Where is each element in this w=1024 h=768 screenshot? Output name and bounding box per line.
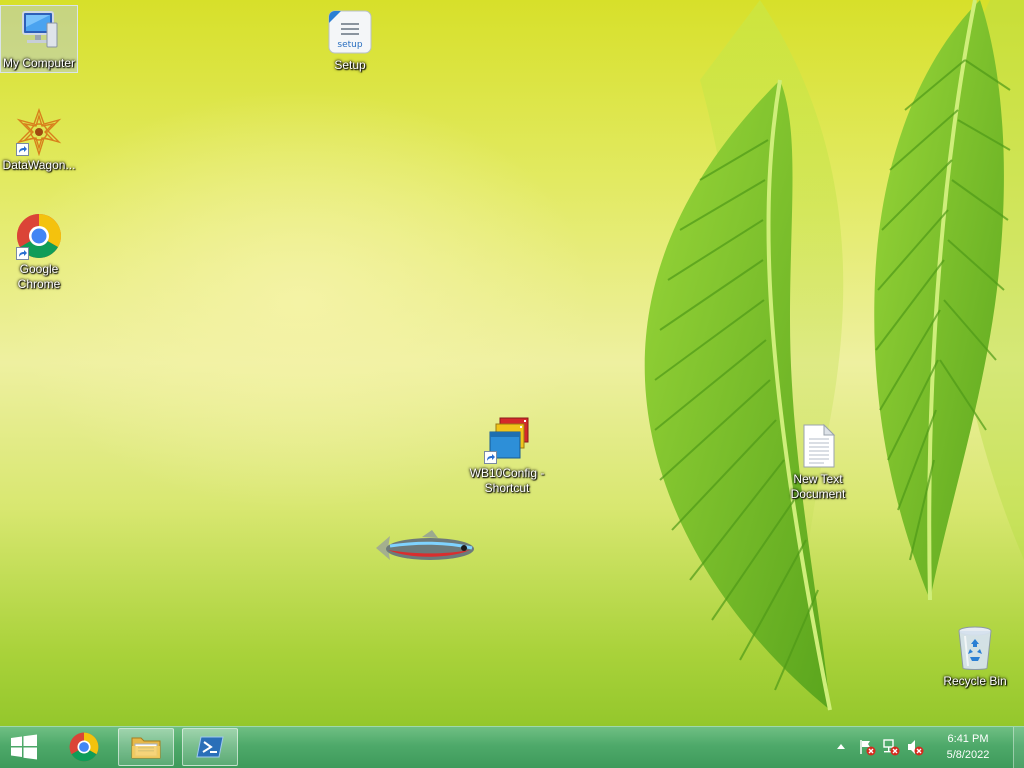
icon-label: WB10Config - Shortcut	[469, 466, 545, 495]
desktop[interactable]: My Computer setup Setup DataWagon... Goo…	[0, 0, 1024, 726]
speaker-muted-icon	[908, 740, 924, 756]
desktop-icon-new-text-document[interactable]: New Text Document	[779, 422, 857, 502]
desktop-icon-my-computer[interactable]: My Computer	[0, 5, 78, 73]
chrome-icon	[69, 732, 99, 762]
show-desktop-button[interactable]	[1013, 727, 1024, 768]
taskbar-powershell-button[interactable]	[182, 728, 238, 766]
taskbar-clock[interactable]: 6:41 PM 5/8/2022	[936, 731, 1000, 763]
desktop-icon-google-chrome[interactable]: Google Chrome	[0, 212, 78, 292]
clock-date: 5/8/2022	[946, 749, 990, 761]
taskbar: 6:41 PM 5/8/2022	[0, 726, 1024, 768]
shortcut-arrow-icon	[16, 143, 29, 156]
shortcut-arrow-icon	[16, 247, 29, 260]
chevron-up-icon	[837, 744, 845, 749]
desktop-icon-recycle-bin[interactable]: Recycle Bin	[936, 624, 1014, 689]
powershell-icon	[196, 736, 224, 758]
show-hidden-icons-button[interactable]	[832, 738, 850, 756]
icon-label: DataWagon...	[2, 158, 76, 172]
flag-error-icon	[860, 740, 876, 756]
windows-logo-icon	[11, 734, 37, 760]
taskbar-chrome-button[interactable]	[58, 728, 110, 766]
setup-icon-text: setup	[337, 40, 362, 50]
network-icon[interactable]	[882, 738, 900, 756]
computer-icon	[22, 11, 58, 48]
icon-label: Recycle Bin	[943, 674, 1007, 688]
wallpaper-leaves	[644, 0, 1024, 711]
start-button[interactable]	[4, 728, 44, 766]
desktop-icon-datawagon[interactable]: DataWagon...	[0, 108, 78, 173]
volume-icon[interactable]	[906, 738, 924, 756]
action-center-icon[interactable]	[858, 738, 876, 756]
icon-label: Setup	[334, 58, 366, 72]
fish-decoration	[376, 530, 474, 560]
network-error-icon	[883, 739, 900, 756]
icon-label: Google Chrome	[17, 262, 61, 291]
clock-time: 6:41 PM	[947, 733, 989, 745]
text-document-icon	[803, 423, 836, 468]
folder-icon	[131, 737, 161, 759]
system-tray: 6:41 PM 5/8/2022	[832, 727, 1012, 768]
taskbar-file-explorer-button[interactable]	[118, 728, 174, 766]
recycle-bin-icon	[958, 626, 992, 670]
desktop-icon-wb10config[interactable]: WB10Config - Shortcut	[467, 416, 547, 496]
icon-label: My Computer	[2, 56, 76, 70]
setup-icon: setup	[328, 10, 372, 54]
icon-label: New Text Document	[790, 472, 846, 501]
shortcut-arrow-icon	[484, 451, 497, 464]
desktop-icon-setup[interactable]: setup Setup	[311, 8, 389, 73]
